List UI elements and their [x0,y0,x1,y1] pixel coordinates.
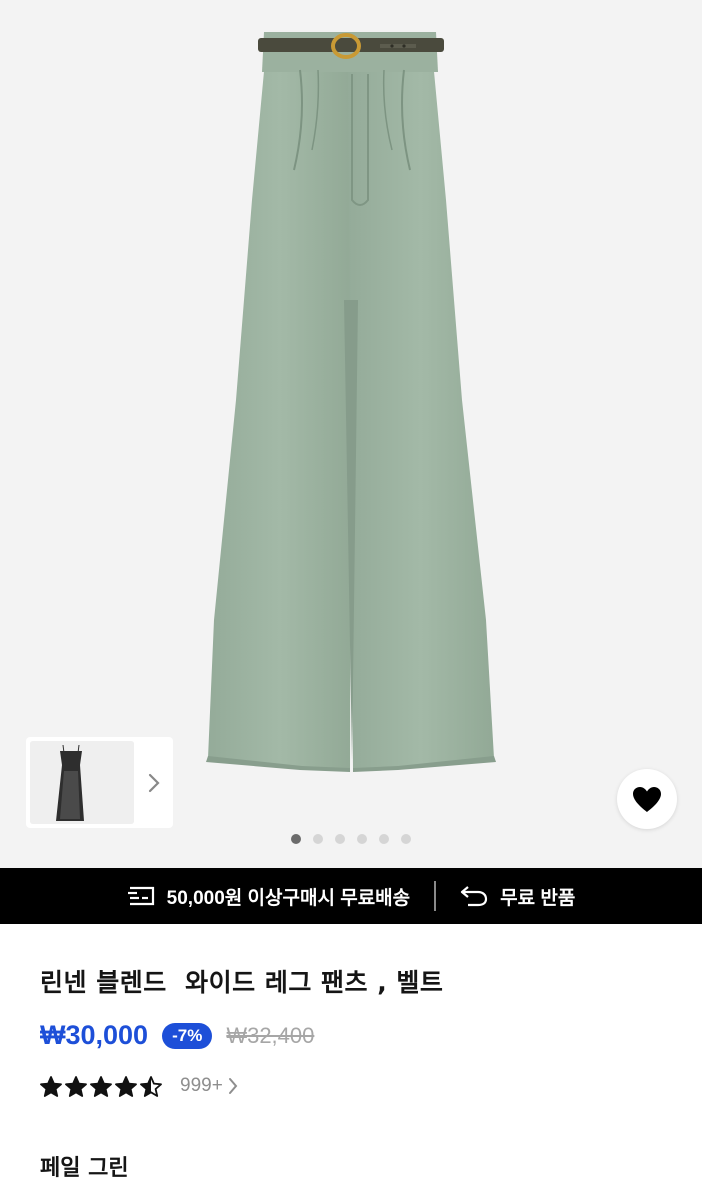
free-return-text: 무료 반품 [500,887,576,909]
discount-badge: -7% [162,1022,213,1049]
thumbnail-next-button[interactable] [134,772,173,794]
free-shipping-notice: 50,000원 이상구매시 무료배송 [127,883,410,910]
star-full-icon [90,1075,112,1097]
dress-thumbnail-image [30,741,134,824]
gallery-dot[interactable] [357,834,367,844]
gallery-dot[interactable] [335,834,345,844]
rating-row: 999+ [40,1075,239,1097]
product-title: 린넨 블렌드 와이드 레그 팬츠 , 벨트 [40,968,444,997]
chevron-right-icon [228,1078,238,1094]
star-half-icon [140,1075,162,1097]
gallery-dot[interactable] [291,834,301,844]
star-full-icon [115,1075,137,1097]
product-gallery[interactable] [0,0,702,868]
promo-bar: 50,000원 이상구매시 무료배송 무료 반품 [0,868,702,924]
promo-divider [434,881,437,911]
thumbnail-strip[interactable] [26,737,173,828]
sale-price: ₩30,000 [40,1020,149,1050]
star-full-icon [65,1075,87,1097]
original-price: ₩32,400 [226,1022,315,1048]
chevron-right-icon [148,773,160,792]
review-count: 999+ [180,1075,223,1096]
free-shipping-text: 50,000원 이상구매시 무료배송 [166,887,411,909]
heart-icon [633,786,661,812]
color-name: 페일 그린 [40,1156,129,1181]
thumbnail-dress[interactable] [30,741,134,824]
star-full-icon [40,1075,62,1097]
star-rating [40,1075,162,1097]
gallery-dot[interactable] [401,834,411,844]
reviews-link[interactable]: 999+ [162,1075,239,1097]
fast-delivery-icon [127,886,154,906]
return-arrow-icon [461,886,488,907]
price-row: ₩30,000 -7% ₩32,400 [40,1020,314,1051]
wishlist-button[interactable] [617,769,677,829]
gallery-dot[interactable] [313,834,323,844]
gallery-dot[interactable] [379,834,389,844]
free-return-notice: 무료 반품 [460,883,575,910]
gallery-pagination [0,834,702,844]
